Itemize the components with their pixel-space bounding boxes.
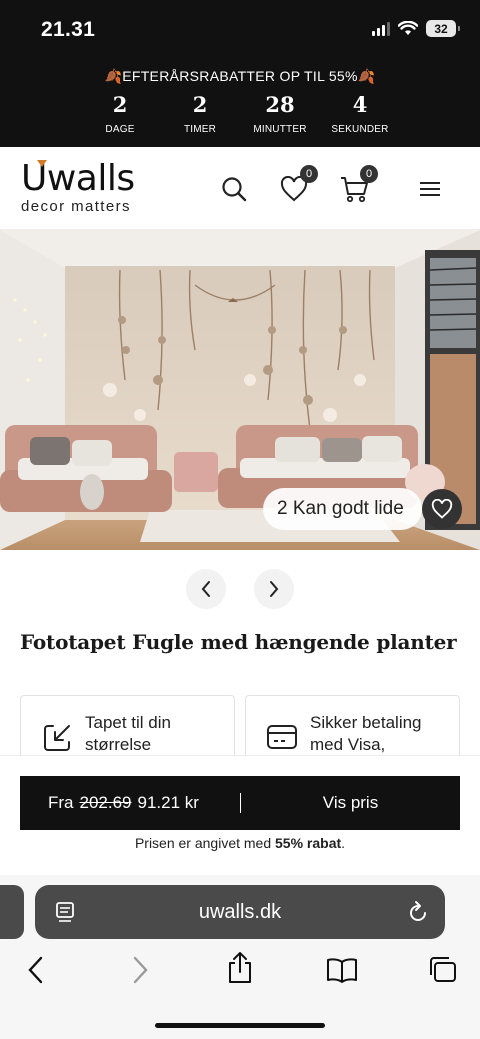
leaf-icon: 🍂 [104, 68, 123, 84]
address-bar[interactable]: uwalls.dk [35, 885, 445, 939]
chevron-right-icon [270, 581, 279, 597]
previous-tab-stub[interactable] [0, 885, 24, 939]
countdown-hours: 2 TIMER [183, 92, 217, 135]
cart-count-badge: 0 [360, 165, 378, 183]
cart-button[interactable]: 0 [336, 165, 378, 207]
heart-icon [431, 499, 453, 519]
countdown-minutes: 28 MINUTTER [253, 92, 307, 135]
sale-price: 91.21 kr [137, 793, 199, 812]
site-logo[interactable]: Uwalls decor matters [21, 160, 135, 216]
search-button[interactable] [216, 171, 252, 207]
likes-pill: 2 Kan godt lide [263, 488, 422, 530]
feature-text: Sikker betaling med Visa, Mastercard [310, 713, 422, 754]
product-title: Fototapet Fugle med hængende planter o..… [20, 630, 460, 654]
wishlist-count-badge: 0 [300, 165, 318, 183]
feature-card-secure-payment: Sikker betaling med Visa, Mastercard [245, 695, 460, 757]
like-button[interactable] [422, 489, 462, 529]
price-prefix: Fra [48, 793, 74, 812]
promo-title-text: EFTERÅRSRABATTER OP TIL 55% [122, 68, 358, 84]
countdown-timer: 2 DAGE 2 TIMER 28 MINUTTER 4 SEKUNDER [80, 92, 400, 135]
show-price-button[interactable]: Fra 202.69 91.21 kr Vis pris [20, 776, 460, 830]
discount-amount: 55% rabat [275, 835, 342, 851]
menu-icon [420, 182, 440, 196]
tabs-icon[interactable] [427, 955, 459, 985]
promo-title: 🍂EFTERÅRSRABATTER OP TIL 55%🍂 [0, 68, 480, 85]
reload-icon[interactable] [407, 900, 429, 924]
chevron-left-icon [201, 581, 210, 597]
carousel-next-button[interactable] [254, 569, 294, 609]
signal-icon [372, 21, 390, 36]
card-icon [267, 725, 297, 749]
home-indicator [155, 1023, 325, 1028]
feature-card-custom-size: Tapet til din størrelse [20, 695, 235, 757]
resize-icon [44, 725, 70, 751]
show-price-label: Vis pris [322, 793, 379, 812]
reader-icon [56, 902, 74, 922]
logo-accent-icon [37, 160, 47, 167]
old-price: 202.69 [79, 793, 132, 812]
site-header: Uwalls decor matters 0 0 [0, 147, 480, 230]
countdown-days: 2 DAGE [105, 92, 135, 135]
forward-icon[interactable] [130, 955, 150, 985]
status-icons: 32 [372, 20, 460, 37]
wishlist-button[interactable]: 0 [276, 165, 318, 207]
back-icon[interactable] [26, 955, 46, 985]
promo-banner: 21.31 32 🍂EFTERÅRSRABATTER OP TIL 55%🍂 2… [0, 0, 480, 147]
bookmarks-icon[interactable] [326, 957, 358, 983]
menu-button[interactable] [412, 171, 448, 207]
url-text: uwalls.dk [198, 900, 282, 923]
wifi-icon [398, 21, 418, 35]
countdown-seconds: 4 SEKUNDER [331, 92, 389, 135]
share-icon[interactable] [226, 951, 254, 985]
carousel-prev-button[interactable] [186, 569, 226, 609]
logo-tagline: decor matters [21, 198, 131, 215]
battery-indicator: 32 [426, 20, 460, 37]
feature-text: Tapet til din størrelse [85, 713, 171, 754]
status-time: 21.31 [41, 18, 96, 41]
leaf-icon: 🍂 [357, 68, 376, 84]
search-icon [222, 177, 247, 202]
price-summary: Fra 202.69 91.21 kr [20, 793, 240, 813]
discount-note: Prisen er angivet med 55% rabat. [134, 835, 346, 851]
